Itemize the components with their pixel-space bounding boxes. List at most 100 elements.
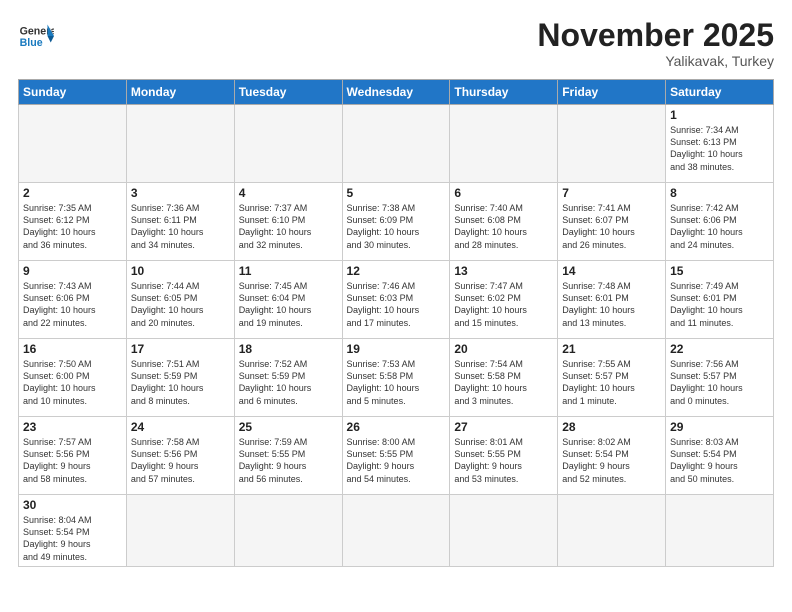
table-row: 15Sunrise: 7:49 AM Sunset: 6:01 PM Dayli… — [666, 261, 774, 339]
table-row: 7Sunrise: 7:41 AM Sunset: 6:07 PM Daylig… — [558, 183, 666, 261]
table-row: 28 Sunrise: 8:02 AM Sunset: 5:54 PM Dayli… — [558, 417, 666, 495]
day-number: 5 — [347, 186, 446, 200]
col-monday: Monday — [126, 80, 234, 105]
day-number: 23 — [23, 420, 122, 434]
table-row: 2 Sunrise: 7:35 AM Sunset: 6:12 PM Daylig… — [19, 183, 127, 261]
month-title: November 2025 — [537, 18, 774, 53]
day-info: Sunrise: 7:46 AM Sunset: 6:03 PM Dayligh… — [347, 280, 446, 329]
location: Yalikavak, Turkey — [537, 53, 774, 69]
day-number: 3 — [131, 186, 230, 200]
table-row: 19Sunrise: 7:53 AM Sunset: 5:58 PM Dayli… — [342, 339, 450, 417]
table-row: 17Sunrise: 7:51 AM Sunset: 5:59 PM Dayli… — [126, 339, 234, 417]
calendar-week-row: 30Sunrise: 8:04 AM Sunset: 5:54 PM Dayli… — [19, 495, 774, 567]
table-row: 13 Sunrise: 7:47 AM Sunset: 6:02 PM Dayli… — [450, 261, 558, 339]
day-info: Sunrise: 7:59 AM Sunset: 5:55 PM Dayligh… — [239, 436, 338, 485]
table-row: 24 Sunrise: 7:58 AM Sunset: 5:56 PM Dayli… — [126, 417, 234, 495]
table-row: 10Sunrise: 7:44 AM Sunset: 6:05 PM Dayli… — [126, 261, 234, 339]
table-row: 23 Sunrise: 7:57 AM Sunset: 5:56 PM Dayli… — [19, 417, 127, 495]
col-sunday: Sunday — [19, 80, 127, 105]
table-row — [666, 495, 774, 567]
day-info: Sunrise: 7:35 AM Sunset: 6:12 PM Dayligh… — [23, 202, 122, 251]
table-row: 20Sunrise: 7:54 AM Sunset: 5:58 PM Dayli… — [450, 339, 558, 417]
day-info: Sunrise: 8:01 AM Sunset: 5:55 PM Dayligh… — [454, 436, 553, 485]
day-info: Sunrise: 8:02 AM Sunset: 5:54 PM Dayligh… — [562, 436, 661, 485]
day-number: 22 — [670, 342, 769, 356]
table-row — [19, 105, 127, 183]
generalblue-logo-icon: General Blue — [18, 18, 54, 54]
day-info: Sunrise: 7:37 AM Sunset: 6:10 PM Dayligh… — [239, 202, 338, 251]
day-number: 14 — [562, 264, 661, 278]
table-row — [234, 495, 342, 567]
day-number: 4 — [239, 186, 338, 200]
day-info: Sunrise: 8:00 AM Sunset: 5:55 PM Dayligh… — [347, 436, 446, 485]
day-number: 25 — [239, 420, 338, 434]
table-row: 14Sunrise: 7:48 AM Sunset: 6:01 PM Dayli… — [558, 261, 666, 339]
calendar-week-row: 2 Sunrise: 7:35 AM Sunset: 6:12 PM Daylig… — [19, 183, 774, 261]
day-number: 18 — [239, 342, 338, 356]
table-row — [126, 495, 234, 567]
day-number: 21 — [562, 342, 661, 356]
logo: General Blue — [18, 18, 54, 54]
calendar-table: Sunday Monday Tuesday Wednesday Thursday… — [18, 79, 774, 567]
day-number: 11 — [239, 264, 338, 278]
table-row — [450, 495, 558, 567]
table-row: 27 Sunrise: 8:01 AM Sunset: 5:55 PM Dayli… — [450, 417, 558, 495]
day-info: Sunrise: 7:38 AM Sunset: 6:09 PM Dayligh… — [347, 202, 446, 251]
day-number: 1 — [670, 108, 769, 122]
day-info: Sunrise: 7:34 AM Sunset: 6:13 PM Dayligh… — [670, 124, 769, 173]
day-number: 27 — [454, 420, 553, 434]
calendar-week-row: 23 Sunrise: 7:57 AM Sunset: 5:56 PM Dayli… — [19, 417, 774, 495]
day-number: 8 — [670, 186, 769, 200]
day-info: Sunrise: 7:45 AM Sunset: 6:04 PM Dayligh… — [239, 280, 338, 329]
day-number: 7 — [562, 186, 661, 200]
table-row — [234, 105, 342, 183]
col-thursday: Thursday — [450, 80, 558, 105]
day-info: Sunrise: 7:51 AM Sunset: 5:59 PM Dayligh… — [131, 358, 230, 407]
table-row — [126, 105, 234, 183]
day-number: 29 — [670, 420, 769, 434]
day-number: 16 — [23, 342, 122, 356]
table-row: 8 Sunrise: 7:42 AM Sunset: 6:06 PM Daylig… — [666, 183, 774, 261]
day-number: 6 — [454, 186, 553, 200]
table-row: 26Sunrise: 8:00 AM Sunset: 5:55 PM Dayli… — [342, 417, 450, 495]
day-info: Sunrise: 7:58 AM Sunset: 5:56 PM Dayligh… — [131, 436, 230, 485]
header: General Blue November 2025 Yalikavak, Tu… — [18, 18, 774, 69]
title-block: November 2025 Yalikavak, Turkey — [537, 18, 774, 69]
day-number: 19 — [347, 342, 446, 356]
table-row: 11 Sunrise: 7:45 AM Sunset: 6:04 PM Dayli… — [234, 261, 342, 339]
calendar-week-row: 1 Sunrise: 7:34 AM Sunset: 6:13 PM Daylig… — [19, 105, 774, 183]
day-info: Sunrise: 7:55 AM Sunset: 5:57 PM Dayligh… — [562, 358, 661, 407]
day-info: Sunrise: 7:52 AM Sunset: 5:59 PM Dayligh… — [239, 358, 338, 407]
day-info: Sunrise: 7:49 AM Sunset: 6:01 PM Dayligh… — [670, 280, 769, 329]
day-info: Sunrise: 7:57 AM Sunset: 5:56 PM Dayligh… — [23, 436, 122, 485]
day-number: 28 — [562, 420, 661, 434]
table-row: 9Sunrise: 7:43 AM Sunset: 6:06 PM Daylig… — [19, 261, 127, 339]
table-row: 12Sunrise: 7:46 AM Sunset: 6:03 PM Dayli… — [342, 261, 450, 339]
table-row — [450, 105, 558, 183]
table-row: 21 Sunrise: 7:55 AM Sunset: 5:57 PM Dayli… — [558, 339, 666, 417]
table-row: 1 Sunrise: 7:34 AM Sunset: 6:13 PM Daylig… — [666, 105, 774, 183]
table-row: 4 Sunrise: 7:37 AM Sunset: 6:10 PM Daylig… — [234, 183, 342, 261]
col-wednesday: Wednesday — [342, 80, 450, 105]
day-info: Sunrise: 7:40 AM Sunset: 6:08 PM Dayligh… — [454, 202, 553, 251]
day-info: Sunrise: 7:50 AM Sunset: 6:00 PM Dayligh… — [23, 358, 122, 407]
day-number: 2 — [23, 186, 122, 200]
calendar-header-row: Sunday Monday Tuesday Wednesday Thursday… — [19, 80, 774, 105]
day-number: 24 — [131, 420, 230, 434]
calendar-week-row: 9Sunrise: 7:43 AM Sunset: 6:06 PM Daylig… — [19, 261, 774, 339]
table-row: 6 Sunrise: 7:40 AM Sunset: 6:08 PM Daylig… — [450, 183, 558, 261]
table-row: 3Sunrise: 7:36 AM Sunset: 6:11 PM Daylig… — [126, 183, 234, 261]
day-number: 30 — [23, 498, 122, 512]
day-info: Sunrise: 7:42 AM Sunset: 6:06 PM Dayligh… — [670, 202, 769, 251]
day-info: Sunrise: 7:44 AM Sunset: 6:05 PM Dayligh… — [131, 280, 230, 329]
col-saturday: Saturday — [666, 80, 774, 105]
day-number: 9 — [23, 264, 122, 278]
col-tuesday: Tuesday — [234, 80, 342, 105]
svg-text:Blue: Blue — [20, 37, 43, 49]
day-info: Sunrise: 7:47 AM Sunset: 6:02 PM Dayligh… — [454, 280, 553, 329]
table-row: 18 Sunrise: 7:52 AM Sunset: 5:59 PM Dayli… — [234, 339, 342, 417]
table-row — [558, 105, 666, 183]
table-row: 22Sunrise: 7:56 AM Sunset: 5:57 PM Dayli… — [666, 339, 774, 417]
day-number: 13 — [454, 264, 553, 278]
day-info: Sunrise: 8:03 AM Sunset: 5:54 PM Dayligh… — [670, 436, 769, 485]
